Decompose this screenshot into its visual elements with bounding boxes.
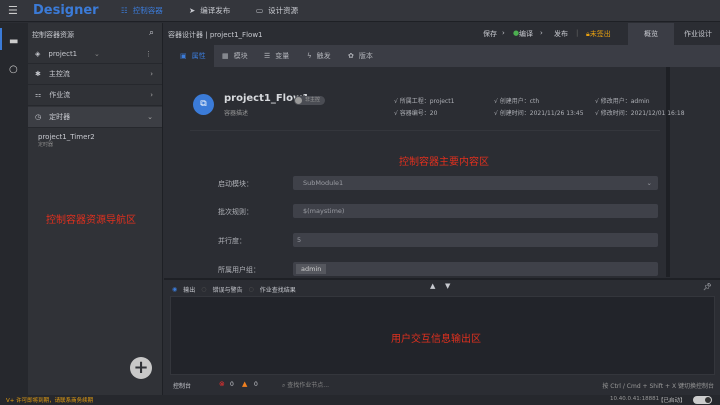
send-icon: ➤ xyxy=(189,6,196,15)
start-module-select[interactable]: SubModule1 ⌄ xyxy=(293,176,658,190)
batch-rule-input[interactable]: $(maystime) xyxy=(293,204,658,218)
chevron-down-icon: ⌄ xyxy=(646,179,652,187)
nav-tab-container[interactable]: ☷ 控制容器 xyxy=(121,5,163,16)
bolt-icon: ϟ xyxy=(307,52,312,60)
warning-icon: ▲ xyxy=(242,380,248,388)
app-title: Designer xyxy=(33,3,99,18)
sidebar-annotation: 控制容器资源导航区 xyxy=(46,215,136,226)
warning-count: 0 xyxy=(254,381,258,388)
more-icon[interactable]: ⋮ xyxy=(145,50,152,58)
chevron-right-icon: › xyxy=(150,91,153,99)
master-toggle[interactable]: 非主控 xyxy=(294,96,325,105)
subtab-triggers[interactable]: ϟ 触发 xyxy=(307,51,331,61)
paw-icon: ✿ xyxy=(348,52,354,60)
subtab-variables[interactable]: ☰ 变量 xyxy=(264,51,289,61)
container-desc: 容器描述 xyxy=(224,110,249,117)
list-icon: ☷ xyxy=(121,6,128,15)
sidebar-item-timer[interactable]: ◷ 定时器 ⌄ xyxy=(28,107,162,128)
console-hint: 按 Ctrl / Cmd + Shift + X 键切换控制台 xyxy=(602,383,714,390)
menu-icon[interactable]: ☰ xyxy=(8,4,18,17)
subtab-modules[interactable]: ▦ 模块 xyxy=(222,51,248,61)
search-icon[interactable]: ⌕ xyxy=(149,28,154,38)
flow-icon: ✱ xyxy=(35,70,41,78)
folder-icon[interactable]: ▬ xyxy=(9,36,18,47)
parallel-label: 并行度： xyxy=(218,237,246,245)
console-search[interactable]: ⌕ 查找作业节点... xyxy=(282,380,329,390)
error-icon: ⊗ xyxy=(219,380,225,388)
compile-button[interactable]: 编译 xyxy=(519,29,533,39)
parallel-input[interactable]: 5 xyxy=(293,233,658,247)
user-group-label: 所属用户组： xyxy=(218,266,260,274)
form-icon: ▣ xyxy=(180,52,187,60)
console-label[interactable]: 控制台 xyxy=(173,381,191,390)
tab-errors[interactable]: 错误与警告 xyxy=(213,285,243,294)
user-group-tag[interactable]: admin xyxy=(296,264,327,274)
project-select[interactable]: ◈ project1 ⌄ ⋮ xyxy=(28,44,162,64)
activity-bar: ▬ ○ xyxy=(0,23,28,395)
nav-tab-publish[interactable]: ➤ 编译发布 xyxy=(189,5,230,16)
start-module-label: 启动模块： xyxy=(218,180,253,188)
meta-id: √ 容器编号：20 xyxy=(394,110,438,117)
subtab-properties[interactable]: ▣ 属性 xyxy=(180,51,206,61)
chevron-down-icon: ⌄ xyxy=(94,49,100,58)
scrollbar[interactable] xyxy=(666,67,670,277)
sidebar-item-job-flow[interactable]: ⚏ 作业流 › xyxy=(28,85,162,106)
batch-rule-label: 批次规则： xyxy=(218,208,253,216)
sidebar: 控制容器资源 ⌕ ◈ project1 ⌄ ⋮ ✱ 主控流 › ⚏ 作业流 › ◷ 定时器 ⌄ p… xyxy=(28,23,163,395)
radio-output-icon[interactable]: ◉ xyxy=(172,286,177,293)
nav-tab-resources[interactable]: ▭ 设计资源 xyxy=(256,5,298,16)
arrow-down-icon[interactable]: ▼ xyxy=(445,282,450,290)
tab-search-results[interactable]: 作业查找结果 xyxy=(260,285,296,294)
theme-toggle[interactable] xyxy=(693,396,712,404)
checkout-status[interactable]: 🔒︎未签出 xyxy=(586,29,611,39)
output-annotation: 用户交互信息输出区 xyxy=(391,334,481,345)
clock-icon: ◷ xyxy=(35,113,42,121)
meta-project: √ 所属工程：project1 xyxy=(394,98,455,105)
meta-created: √ 创建时间：2021/11/26 13:45 xyxy=(494,110,584,117)
cube-icon: ◈ xyxy=(35,49,41,58)
top-bar: ☰ Designer ☷ 控制容器 ➤ 编译发布 ▭ 设计资源 xyxy=(0,0,720,22)
output-panel: ◉ 输出 ○ 错误与警告 ○ 作业查找结果 ▲ ▼ 📌︎ 用户交互信息输出区 控制台 … xyxy=(164,278,720,395)
arrow-up-icon[interactable]: ▲ xyxy=(430,282,435,290)
sliders-icon: ☰ xyxy=(264,52,271,60)
add-button[interactable]: + xyxy=(130,357,152,379)
chevron-down-icon: ⌄ xyxy=(147,113,153,121)
output-area: 用户交互信息输出区 xyxy=(170,296,715,375)
sidebar-title: 控制容器资源 xyxy=(32,31,74,39)
breadcrumb: 容器设计器 | project1_Flow1 xyxy=(168,31,263,39)
job-icon: ⚏ xyxy=(35,91,42,99)
chevron-right-icon: › xyxy=(150,70,153,78)
sidebar-item-main-flow[interactable]: ✱ 主控流 › xyxy=(28,64,162,85)
error-count: 0 xyxy=(230,381,234,388)
timer-item[interactable]: project1_Timer2 定时器 xyxy=(38,133,95,148)
user-group-input[interactable]: admin xyxy=(293,262,658,276)
status-bar: V+ 许可即将到期，请联系商务续期 10.40.0.41:18881 【已启动】 xyxy=(0,395,720,405)
flow-avatar-icon: ⧉ xyxy=(193,94,214,115)
radio-search-icon[interactable]: ○ xyxy=(249,286,254,293)
search-icon[interactable]: ○ xyxy=(9,64,18,75)
tab-job-design[interactable]: 作业设计 xyxy=(676,23,720,45)
content-annotation: 控制容器主要内容区 xyxy=(399,157,489,168)
radio-errors-icon[interactable]: ○ xyxy=(201,286,206,293)
server-status: 【已启动】 xyxy=(658,398,686,404)
inbox-icon: ▭ xyxy=(256,6,264,15)
meta-creator: √ 创建用户：cth xyxy=(494,98,540,105)
tab-output[interactable]: 输出 xyxy=(183,285,195,294)
server-address: 10.40.0.41:18881 xyxy=(610,396,660,402)
pin-icon[interactable]: 📌︎ xyxy=(703,283,712,291)
publish-button[interactable]: 发布 xyxy=(554,29,568,39)
meta-modifier: √ 修改用户：admin xyxy=(595,98,650,105)
license-warning: V+ 许可即将到期，请联系商务续期 xyxy=(6,398,94,404)
subtab-versions[interactable]: ✿ 版本 xyxy=(348,51,373,61)
sub-tabs: ▣ 属性 ▦ 模块 ☰ 变量 ϟ 触发 ✿ 版本 xyxy=(170,45,720,67)
meta-modified: √ 修改时间：2021/12/01 16:18 xyxy=(595,110,685,117)
tab-overview[interactable]: 概览 xyxy=(628,23,674,45)
grid-icon: ▦ xyxy=(222,52,229,60)
tab-bar: 容器设计器 | project1_Flow1 保存 › ● 编译 › 发布 | … xyxy=(164,23,720,45)
save-button[interactable]: 保存 xyxy=(483,29,497,39)
